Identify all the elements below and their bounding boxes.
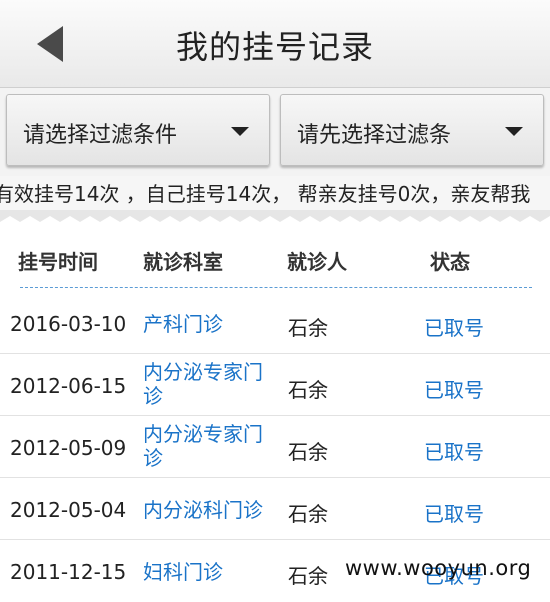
row-date: 2011-12-15: [10, 560, 127, 584]
row-department-link[interactable]: 内分泌专家门诊: [143, 360, 278, 408]
chevron-down-icon: [505, 127, 523, 136]
row-patient: 石余: [288, 316, 328, 340]
header-divider: [20, 287, 532, 288]
table-row[interactable]: 2012-05-09 内分泌专家门诊 石余 已取号: [0, 416, 550, 478]
header-time: 挂号时间: [18, 250, 98, 274]
filter-select-first[interactable]: 请选择过滤条件: [6, 94, 270, 166]
header-patient: 就诊人: [287, 250, 347, 274]
chevron-down-icon: [231, 127, 249, 136]
summary-marquee: 有效挂号14次 ，自己挂号14次， 帮亲友挂号0次，亲友帮我: [0, 176, 550, 212]
records-table: 挂号时间 就诊科室 就诊人 状态 2016-03-10 产科门诊 石余 已取号 …: [0, 222, 550, 597]
summary-text: 有效挂号14次 ，自己挂号14次， 帮亲友挂号0次，亲友帮我: [0, 182, 531, 206]
row-department-link[interactable]: 产科门诊: [143, 312, 278, 336]
row-department-link[interactable]: 内分泌专家门诊: [143, 422, 278, 470]
header-department: 就诊科室: [143, 250, 223, 274]
row-department-link[interactable]: 妇科门诊: [143, 560, 278, 584]
row-status-link[interactable]: 已取号: [424, 436, 484, 465]
row-status-link[interactable]: 已取号: [424, 498, 484, 527]
filter-first-label: 请选择过滤条件: [23, 123, 178, 148]
watermark-text: www.wooyun.org: [345, 556, 532, 580]
table-row[interactable]: 2012-05-04 内分泌科门诊 石余 已取号: [0, 478, 550, 540]
filter-bar: 请选择过滤条件 请先选择过滤条: [0, 88, 550, 176]
table-row[interactable]: 2012-06-15 内分泌专家门诊 石余 已取号: [0, 354, 550, 416]
filter-select-second[interactable]: 请先选择过滤条: [280, 94, 544, 166]
row-patient: 石余: [288, 440, 328, 464]
row-date: 2016-03-10: [10, 312, 127, 336]
row-date: 2012-05-04: [10, 498, 127, 522]
row-date: 2012-06-15: [10, 374, 127, 398]
row-status-link[interactable]: 已取号: [424, 374, 484, 403]
filter-second-label: 请先选择过滤条: [297, 123, 452, 148]
row-department-link[interactable]: 内分泌科门诊: [143, 498, 293, 522]
row-status-link[interactable]: 已取号: [424, 312, 484, 341]
header-status: 状态: [430, 250, 470, 274]
app-header: 我的挂号记录: [0, 0, 550, 88]
table-header: 挂号时间 就诊科室 就诊人 状态: [0, 222, 550, 288]
row-patient: 石余: [288, 564, 328, 588]
row-patient: 石余: [288, 502, 328, 526]
row-patient: 石余: [288, 378, 328, 402]
table-row[interactable]: 2016-03-10 产科门诊 石余 已取号: [0, 292, 550, 354]
row-date: 2012-05-09: [10, 436, 127, 460]
page-title: 我的挂号记录: [175, 28, 374, 66]
